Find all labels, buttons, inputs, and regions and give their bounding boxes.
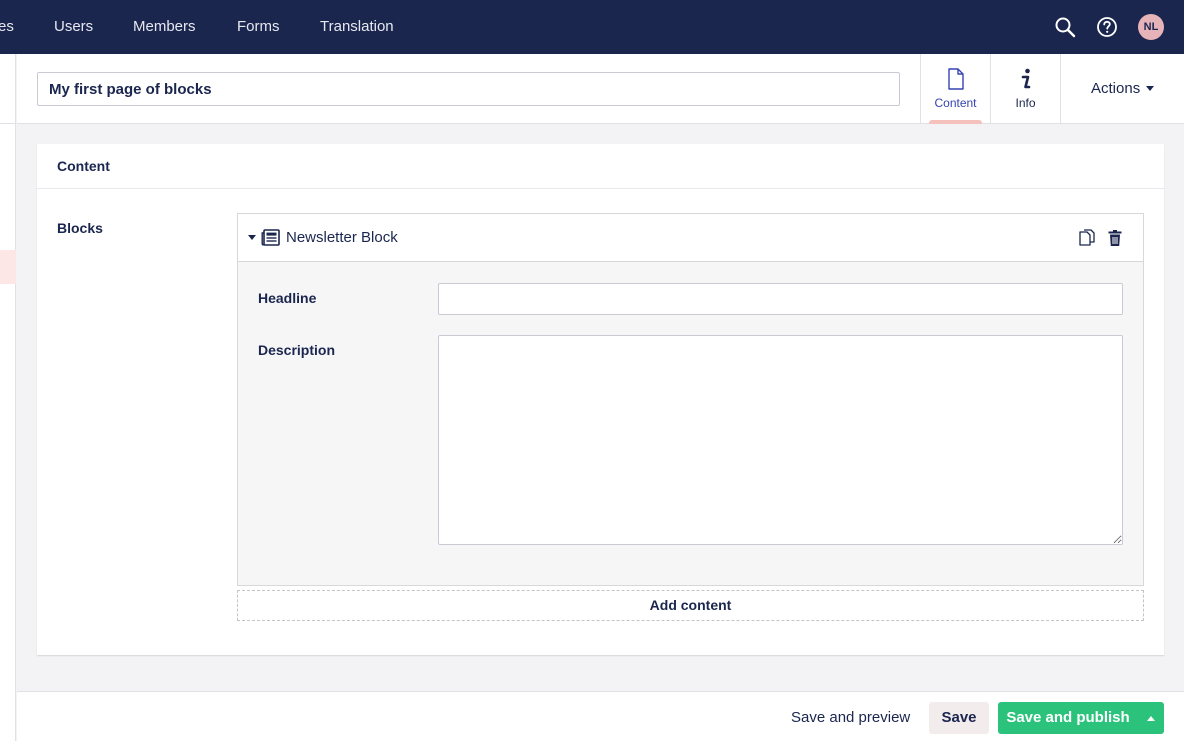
headline-label: Headline [258,290,317,306]
tab-info-label: Info [1015,96,1036,110]
nav-item-partial[interactable]: es [0,0,14,54]
nav-item-users[interactable]: Users [54,0,93,54]
tree-divider [0,123,16,124]
document-icon [947,68,965,95]
tab-info[interactable]: Info [990,54,1060,124]
panel-title: Content [37,144,1164,189]
tab-content-label: Content [934,96,977,110]
tree-active-node[interactable] [0,250,16,284]
search-icon[interactable] [1053,15,1077,39]
tab-content[interactable]: Content [920,54,990,124]
nav-item-members[interactable]: Members [133,0,196,54]
content-tree-edge [0,54,16,741]
user-avatar[interactable]: NL [1138,14,1164,40]
copy-icon[interactable] [1078,229,1096,247]
description-label: Description [258,342,336,358]
editor-header: Content Info Actions [17,54,1184,124]
chevron-down-icon [1146,85,1155,91]
active-tab-indicator [929,120,982,124]
description-textarea[interactable] [438,335,1123,545]
chevron-up-icon [1147,716,1155,721]
actions-label: Actions [1091,80,1141,97]
publish-options-button[interactable] [1138,702,1164,734]
nav-item-forms[interactable]: Forms [237,0,280,54]
newspaper-icon [261,229,280,251]
top-navigation-bar: es Users Members Forms Translation NL [0,0,1184,54]
block-header[interactable]: Newsletter Block [238,214,1143,262]
delete-icon[interactable] [1106,229,1124,247]
info-icon [1020,68,1032,95]
nav-item-translation[interactable]: Translation [320,0,394,54]
block-title: Newsletter Block [286,229,398,246]
headline-input[interactable] [438,283,1123,315]
save-button[interactable]: Save [929,702,989,734]
property-label-blocks: Blocks [57,220,103,236]
block-item: Newsletter Block Headline Description [237,213,1144,586]
save-and-publish-button[interactable]: Save and publish [998,702,1138,734]
help-icon[interactable] [1095,15,1119,39]
content-panel: Content Blocks Newsletter Block Headline… [37,144,1164,655]
node-name-input[interactable] [37,72,900,106]
editor-footer: Save and preview Save Save and publish [17,691,1184,741]
actions-dropdown-button[interactable]: Actions [1060,54,1184,124]
add-content-button[interactable]: Add content [237,590,1144,621]
collapse-toggle-icon[interactable] [248,235,256,240]
save-and-preview-button[interactable]: Save and preview [791,702,910,734]
